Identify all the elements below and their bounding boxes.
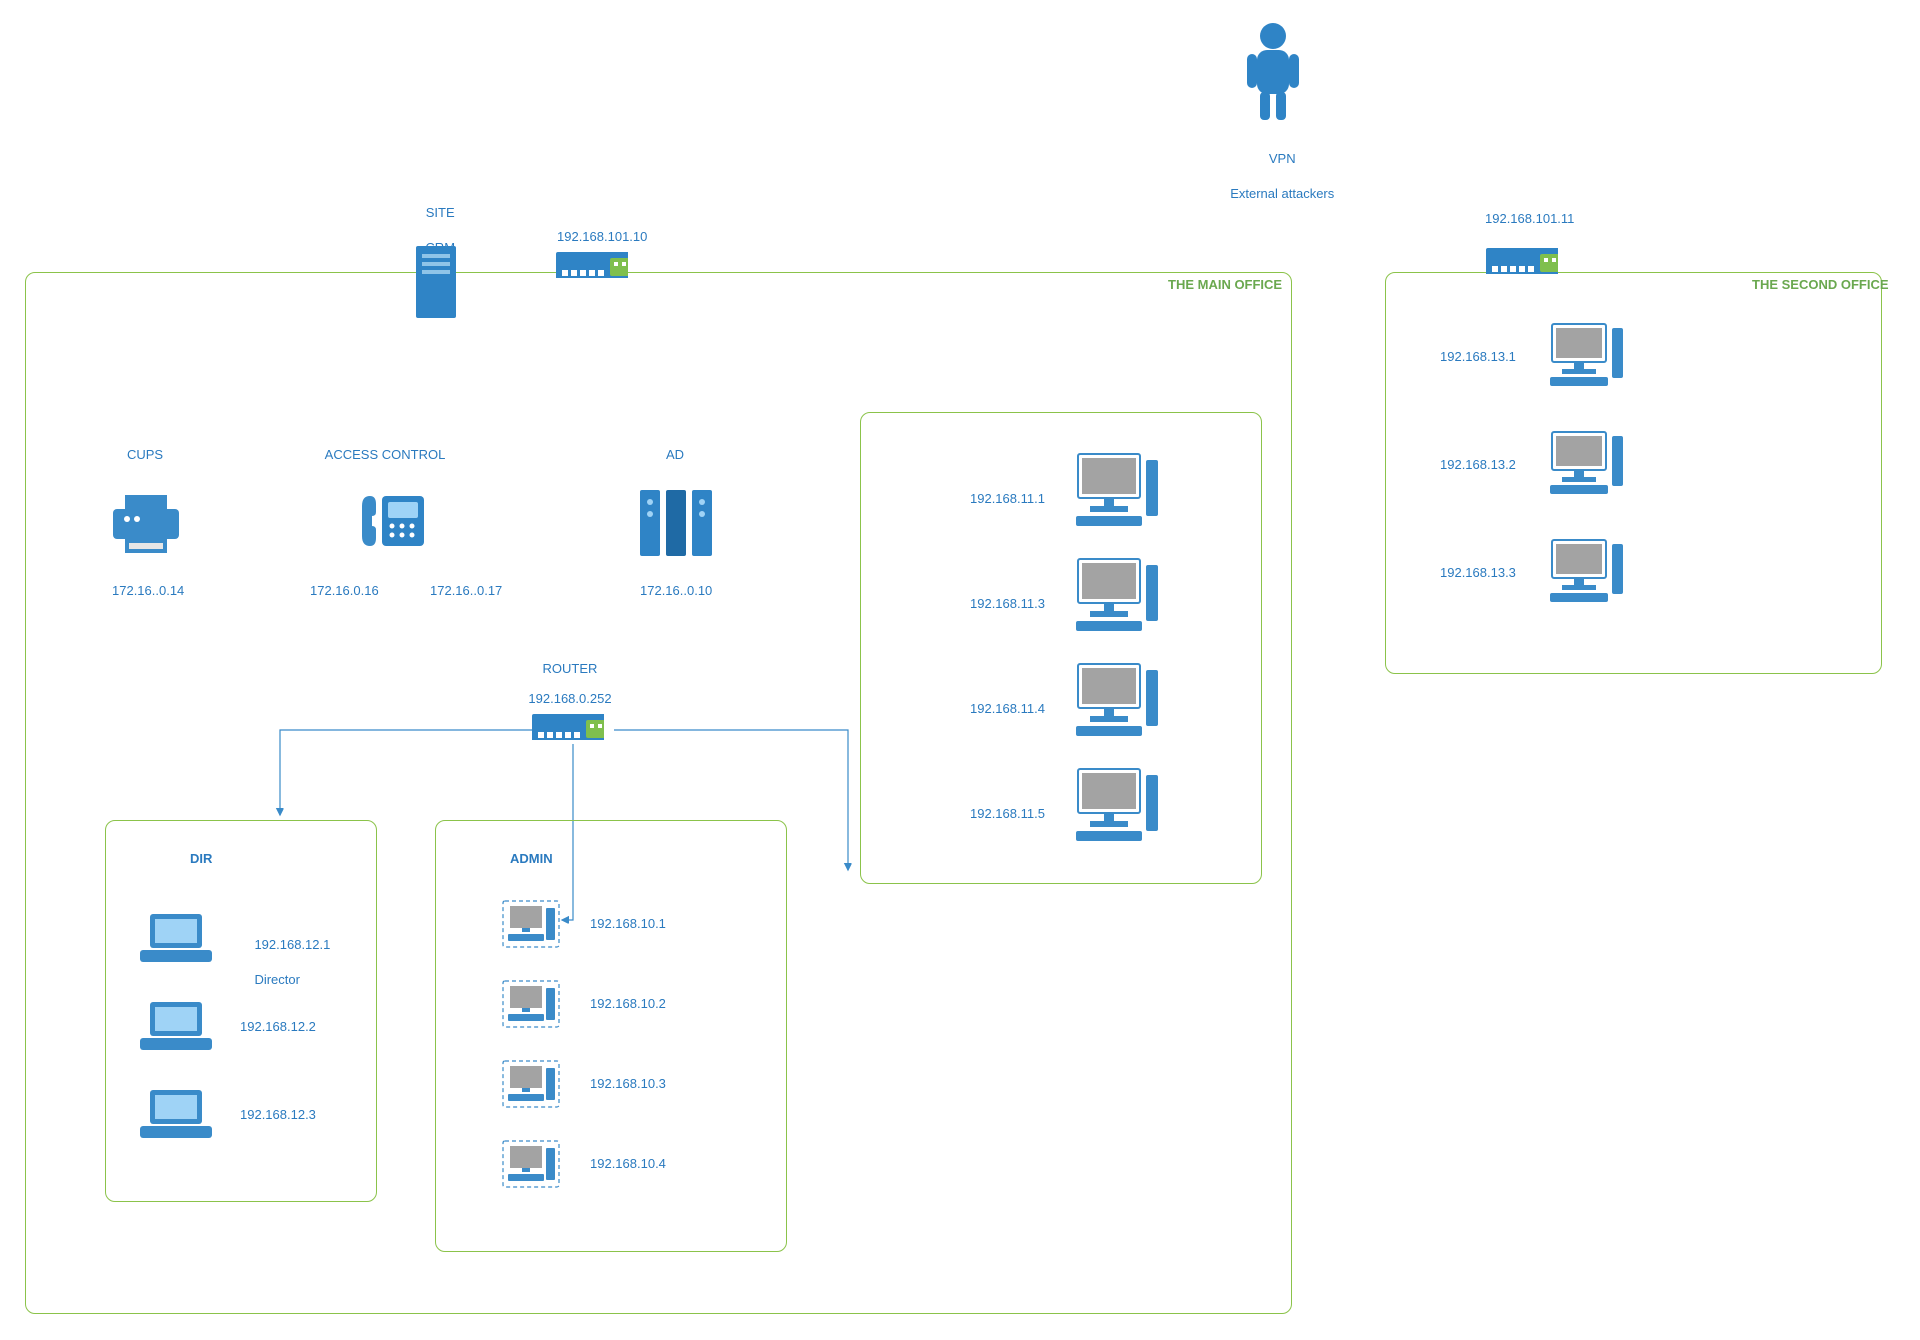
server-icon: [416, 246, 456, 323]
so-ws-ip-0: 192.168.13.1: [1440, 348, 1516, 366]
dir-ip-0: 192.168.12.1 Director: [240, 918, 330, 1006]
switch-icon: [556, 252, 628, 283]
main-switch-ip: 192.168.101.10: [557, 228, 647, 246]
laptop-icon: [140, 912, 212, 971]
access-ip-left: 172.16.0.16: [310, 582, 379, 600]
second-office-title: THE SECOND OFFICE: [1752, 276, 1889, 294]
second-switch-ip: 192.168.101.11: [1485, 210, 1574, 228]
printer-icon: [113, 495, 179, 560]
laptop-icon: [140, 1088, 212, 1147]
cups-ip: 172.16..0.14: [112, 582, 184, 600]
main-office-title: THE MAIN OFFICE: [1168, 276, 1282, 294]
vpn-label: VPN External attackers: [1200, 132, 1350, 220]
rack-icon: [640, 490, 712, 561]
so-ws-ip-1: 192.168.13.2: [1440, 456, 1516, 474]
workstation-icon: [1546, 320, 1626, 395]
ws-ip-2: 192.168.11.4: [970, 700, 1045, 718]
admin-ip-0: 192.168.10.1: [590, 915, 666, 933]
phone-icon: [360, 490, 428, 557]
switch-icon: [1486, 248, 1558, 279]
admin-ip-3: 192.168.10.4: [590, 1155, 666, 1173]
workstation-icon: [1070, 765, 1160, 850]
admin-ip-1: 192.168.10.2: [590, 995, 666, 1013]
dir-ip-2: 192.168.12.3: [240, 1106, 316, 1124]
workstation-icon: [1546, 428, 1626, 503]
dir-ip-1: 192.168.12.2: [240, 1018, 316, 1036]
access-title: ACCESS CONTROL: [320, 446, 450, 464]
ad-title: AD: [650, 446, 700, 464]
workstation-icon: [1070, 660, 1160, 745]
router-ip: 192.168.0.252: [520, 690, 620, 708]
workstation-icon: [1546, 536, 1626, 611]
admin-ws-icon: [502, 1060, 560, 1113]
vpn-line1: VPN: [1269, 151, 1296, 166]
admin-ws-icon: [502, 900, 560, 953]
access-ip-right: 172.16..0.17: [430, 582, 502, 600]
workstation-icon: [1070, 450, 1160, 535]
vpn-line2: External attackers: [1230, 186, 1334, 201]
laptop-icon: [140, 1000, 212, 1059]
ws-ip-1: 192.168.11.3: [970, 595, 1045, 613]
workstation-icon: [1070, 555, 1160, 640]
router-title: ROUTER: [530, 660, 610, 678]
diagram-canvas: VPN External attackers THE MAIN OFFICE S…: [0, 0, 1920, 1340]
ws-ip-3: 192.168.11.5: [970, 805, 1045, 823]
admin-ws-icon: [502, 1140, 560, 1193]
ad-ip: 172.16..0.10: [640, 582, 712, 600]
ws-ip-0: 192.168.11.1: [970, 490, 1045, 508]
admin-box: [435, 820, 787, 1252]
router-icon: [532, 714, 604, 745]
admin-ws-icon: [502, 980, 560, 1033]
so-ws-ip-2: 192.168.13.3: [1440, 564, 1516, 582]
ws-group-box: [860, 412, 1262, 884]
admin-ip-2: 192.168.10.3: [590, 1075, 666, 1093]
admin-title: ADMIN: [510, 850, 553, 868]
cups-title: CUPS: [105, 446, 185, 464]
person-icon: [1245, 22, 1301, 127]
dir-title: DIR: [190, 850, 212, 868]
